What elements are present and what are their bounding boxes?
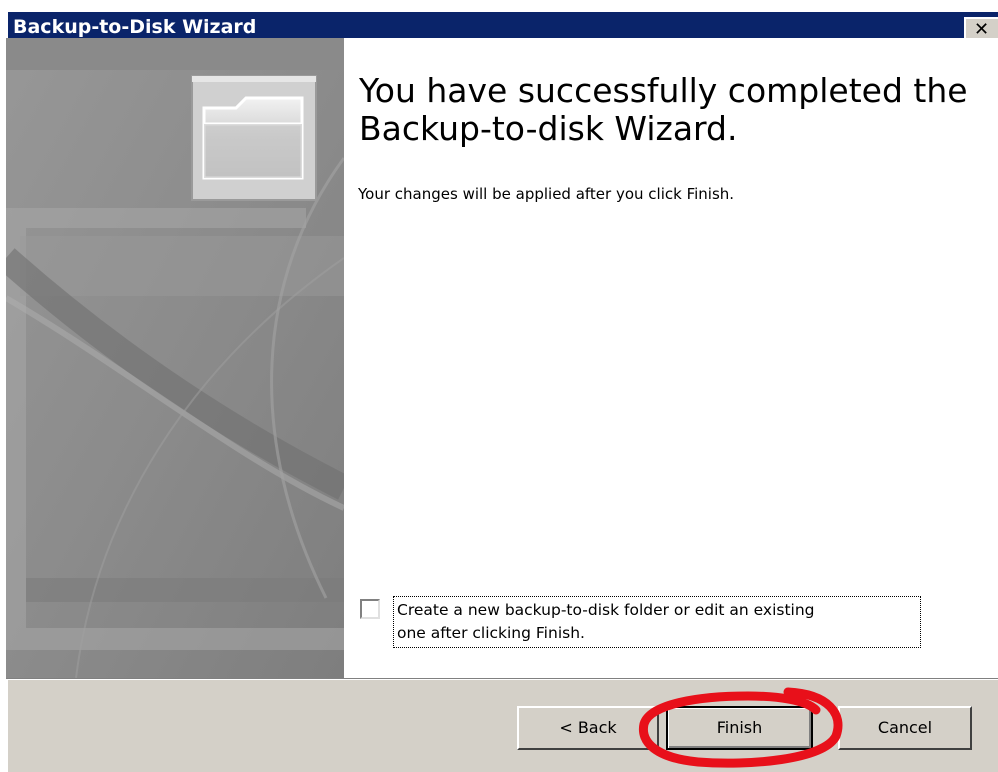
banner-art bbox=[6, 38, 344, 678]
create-folder-label[interactable]: Create a new backup-to-disk folder or ed… bbox=[393, 596, 921, 648]
wizard-content: You have successfully completed the Back… bbox=[344, 38, 998, 678]
create-folder-checkbox[interactable] bbox=[360, 599, 380, 619]
close-icon: ✕ bbox=[974, 19, 990, 40]
create-folder-label-line2: one after clicking Finish. bbox=[397, 624, 585, 642]
wizard-banner bbox=[6, 38, 344, 678]
window-title: Backup-to-Disk Wizard bbox=[13, 16, 257, 38]
back-button[interactable]: < Back bbox=[517, 706, 659, 750]
footer-divider-highlight bbox=[6, 679, 998, 680]
page-title: You have successfully completed the Back… bbox=[359, 71, 968, 148]
cancel-button[interactable]: Cancel bbox=[838, 706, 972, 750]
finish-button[interactable]: Finish bbox=[666, 706, 813, 750]
folder-icon bbox=[191, 75, 317, 201]
summary-text: Your changes will be applied after you c… bbox=[358, 185, 735, 203]
create-folder-label-line1: Create a new backup-to-disk folder or ed… bbox=[397, 601, 815, 619]
